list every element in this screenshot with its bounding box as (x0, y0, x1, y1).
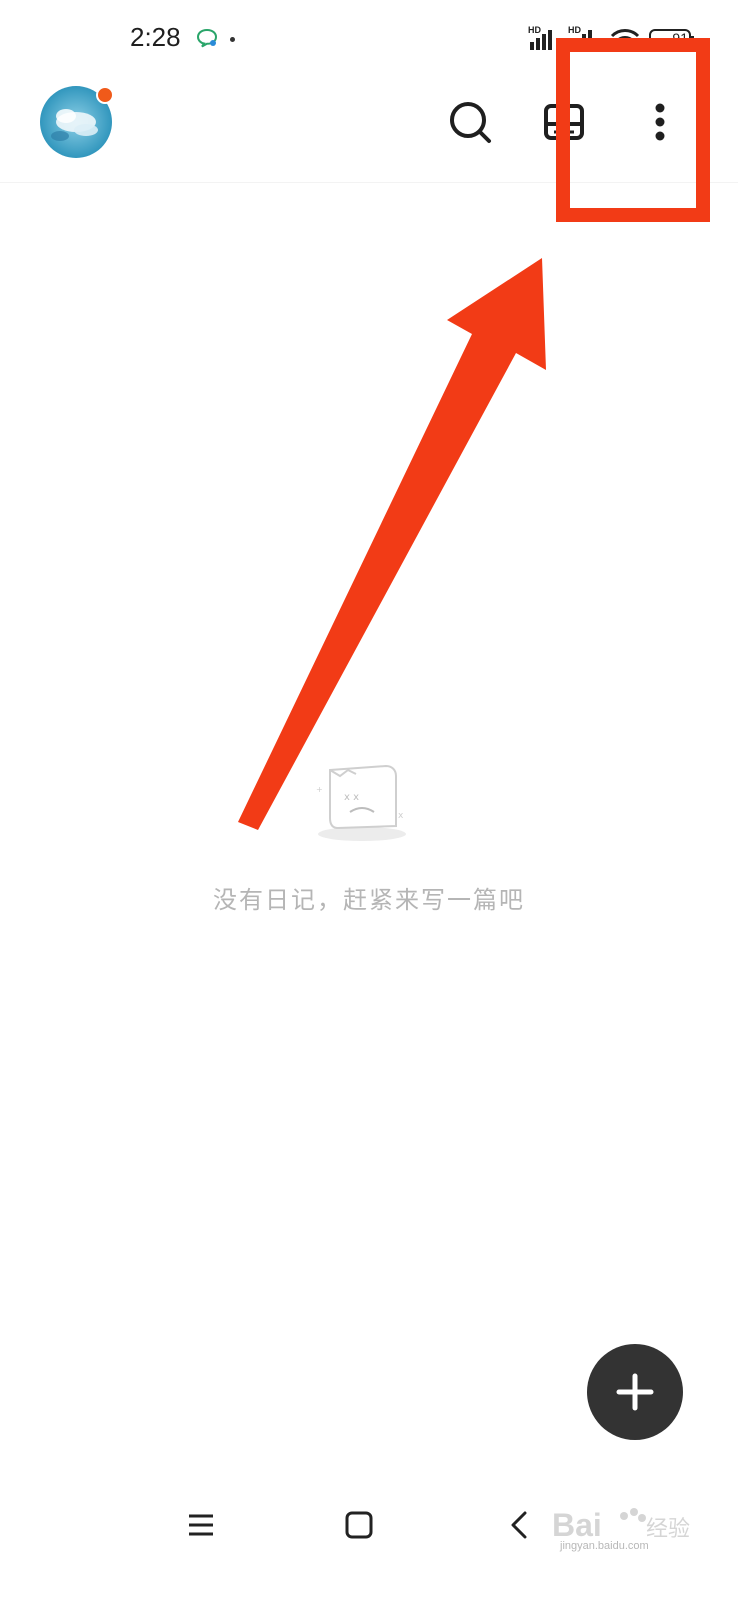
svg-text:Bai: Bai (552, 1507, 602, 1543)
home-square-icon (345, 1511, 373, 1539)
svg-text:+: + (316, 785, 323, 794)
nav-back-button[interactable] (494, 1500, 544, 1550)
search-icon (450, 102, 491, 143)
add-diary-button[interactable] (587, 1344, 683, 1440)
svg-text:x: x (398, 811, 404, 821)
nav-menu-button[interactable] (176, 1500, 226, 1550)
annotation-arrow (238, 258, 546, 830)
status-time: 2:28 (130, 22, 181, 52)
svg-text:HD: HD (568, 25, 581, 35)
search-button[interactable] (440, 92, 500, 152)
calendar-button[interactable] (534, 92, 594, 152)
back-chevron-icon (511, 1511, 527, 1539)
svg-text:HD: HD (528, 25, 541, 35)
status-right-icons: HD HD 91 (528, 24, 698, 54)
empty-diary-icon: x x + x (310, 758, 410, 848)
status-bar: 2:28 HD HD 91 (0, 0, 738, 80)
calendar-icon (544, 104, 584, 140)
more-vertical-icon (655, 103, 665, 141)
app-header (0, 80, 738, 183)
more-options-button[interactable] (630, 92, 690, 152)
battery-level: 91 (672, 30, 688, 46)
watermark-url: jingyan.baidu.com (560, 1540, 649, 1552)
status-dot (230, 37, 235, 42)
svg-text:x x: x x (344, 792, 359, 803)
menu-icon (189, 1514, 213, 1536)
chat-bubble-icon (196, 28, 218, 48)
notification-badge (96, 86, 114, 104)
plus-icon (616, 1373, 654, 1411)
nav-home-button[interactable] (334, 1500, 384, 1550)
svg-text:经验: 经验 (646, 1517, 690, 1542)
empty-state-message: 没有日记，赶紧来写一篇吧 (213, 886, 525, 914)
